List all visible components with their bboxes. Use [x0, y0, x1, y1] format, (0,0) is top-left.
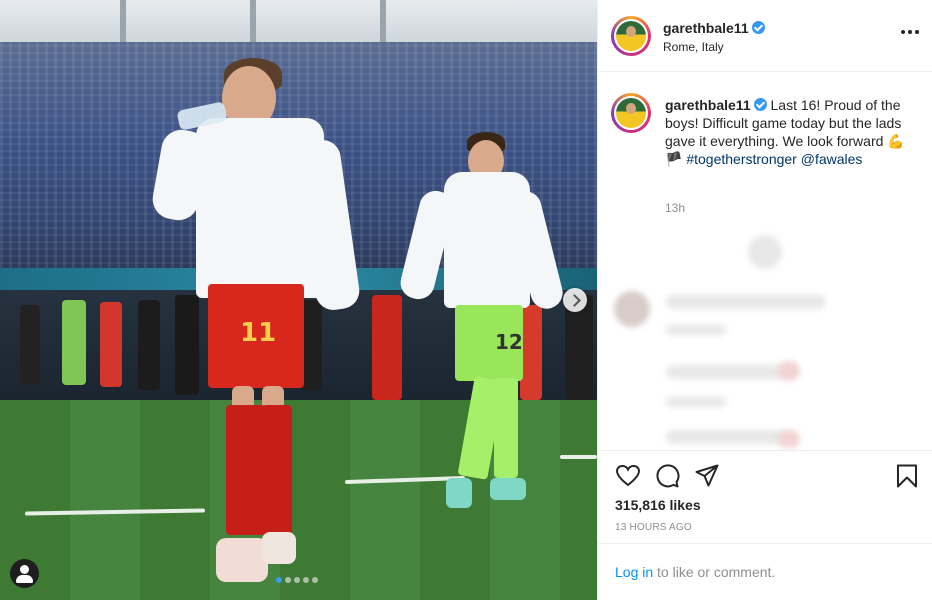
comment-icon[interactable] [654, 463, 680, 489]
avatar[interactable] [611, 16, 651, 56]
hashtag-link[interactable]: #togetherstronger [686, 151, 797, 167]
bookmark-icon[interactable] [894, 463, 920, 489]
relative-time[interactable]: 13h [665, 201, 685, 215]
stadium-roof [0, 0, 597, 42]
login-prompt-text: to like or comment. [653, 564, 776, 580]
post-caption: garethbale11 Last 16! Proud of the boys!… [665, 96, 915, 168]
share-icon[interactable] [694, 463, 720, 489]
carousel-dot [312, 577, 318, 583]
location-link[interactable]: Rome, Italy [663, 40, 724, 54]
verified-icon [753, 98, 767, 111]
mention-link[interactable]: @fawales [801, 151, 863, 167]
next-arrow-icon[interactable] [563, 288, 587, 312]
more-options-icon[interactable] [901, 30, 919, 34]
carousel-dot [303, 577, 309, 583]
verified-icon [751, 21, 765, 34]
blurred-comments [598, 225, 932, 450]
caption-avatar[interactable] [611, 93, 651, 133]
carousel-dots [276, 577, 318, 583]
caption-username[interactable]: garethbale11 [665, 97, 751, 113]
post-timestamp: 13 HOURS AGO [615, 522, 692, 533]
login-prompt: Log in to like or comment. [615, 564, 775, 580]
carousel-dot [276, 577, 282, 583]
post-side-panel: garethbale11 Rome, Italy garethbale11 La… [597, 0, 932, 600]
shirt-number-11: 11 [240, 318, 277, 348]
user-tag-icon[interactable] [10, 559, 39, 588]
carousel-dot [285, 577, 291, 583]
login-link[interactable]: Log in [615, 564, 653, 580]
header-username[interactable]: garethbale11 [663, 20, 749, 36]
shirt-number-12: 12 [495, 330, 523, 354]
heart-icon[interactable] [615, 463, 641, 489]
likes-count[interactable]: 315,816 likes [615, 497, 701, 513]
carousel-dot [294, 577, 300, 583]
post-header: garethbale11 Rome, Italy [598, 0, 932, 72]
action-bar: 315,816 likes 13 HOURS AGO [598, 450, 932, 544]
post-photo[interactable]: 11 12 [0, 0, 597, 600]
